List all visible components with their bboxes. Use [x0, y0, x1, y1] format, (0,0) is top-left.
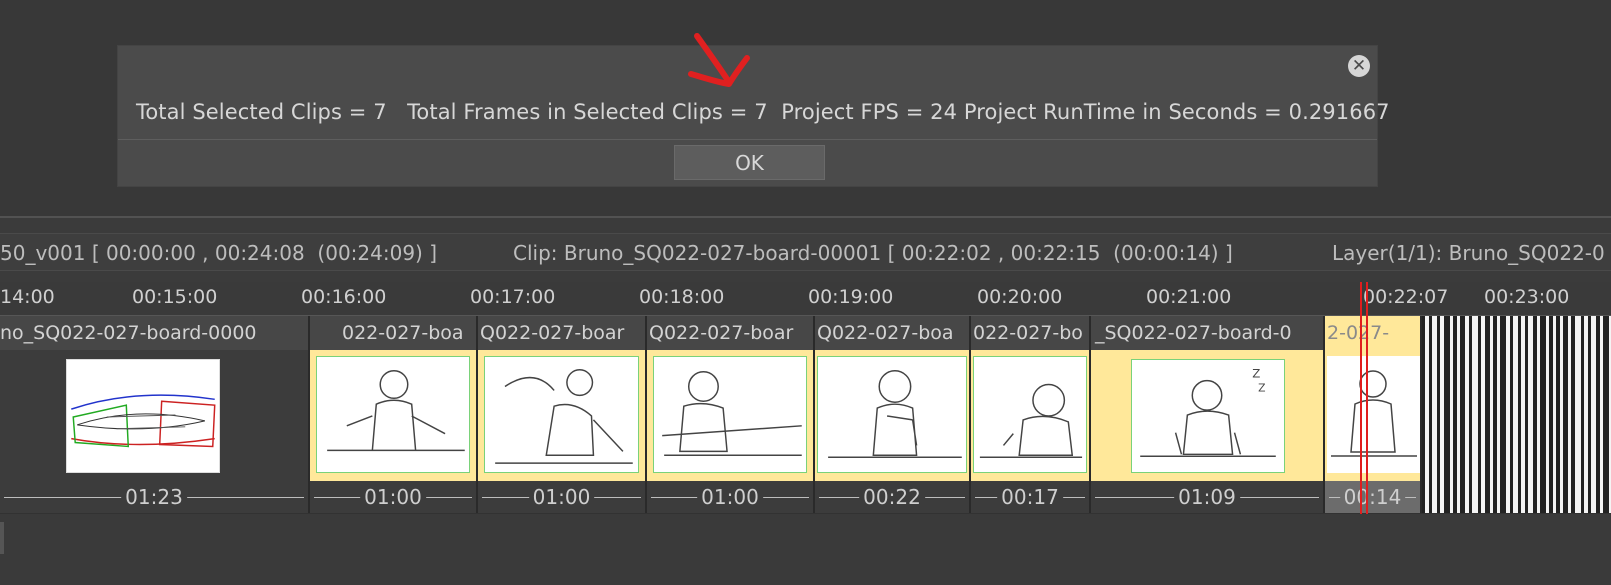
- clip-duration: 00:22: [859, 483, 925, 511]
- ruler-label: 00:23:00: [1484, 286, 1570, 308]
- timeline-clip[interactable]: Q022-027-boar 01:00: [478, 316, 647, 513]
- timeline-clip[interactable]: Q022-027-boar 01:00: [647, 316, 815, 513]
- clip-thumbnail: [973, 356, 1087, 473]
- timeline-clip[interactable]: no_SQ022-027-board-0000 01:23: [0, 316, 310, 513]
- svg-text:Z: Z: [1258, 381, 1265, 394]
- clip-thumbnail: Z Z: [1131, 359, 1285, 473]
- clip-duration: 01:09: [1174, 483, 1240, 511]
- panel-divider[interactable]: [0, 216, 1611, 218]
- clip-thumbnail: [1327, 356, 1420, 473]
- ruler-label: 00:16:00: [301, 286, 387, 308]
- clip-duration: 01:23: [121, 483, 187, 511]
- timeline-clip[interactable]: 022-027-boa 01:00: [310, 316, 478, 513]
- clip-duration: 01:00: [697, 483, 763, 511]
- timeline-clip[interactable]: _SQ022-027-board-0 Z Z 01:09: [1091, 316, 1325, 513]
- clip-name: Q022-027-boar: [480, 322, 625, 344]
- clip-duration: 00:14: [1339, 483, 1406, 511]
- video-track: no_SQ022-027-board-0000 01:23 022-027-bo…: [0, 316, 1611, 514]
- clip-thumbnail: [653, 356, 807, 473]
- svg-text:Z: Z: [1252, 367, 1260, 381]
- clip-duration: 01:00: [360, 483, 426, 511]
- clip-name: Q022-027-boa: [817, 322, 954, 344]
- clip-name: 022-027-bo: [973, 322, 1083, 344]
- ruler-label: 00:18:00: [639, 286, 725, 308]
- clip-duration: 00:17: [997, 483, 1063, 511]
- clip-thumbnail: [484, 356, 639, 473]
- bottom-panel: [0, 514, 1611, 585]
- timeline-ruler[interactable]: 14:00 00:15:00 00:16:00 00:17:00 00:18:0…: [0, 282, 1611, 316]
- close-icon[interactable]: ✕: [1348, 55, 1370, 77]
- layer-info: Layer(1/1): Bruno_SQ022-0: [1332, 241, 1605, 265]
- ruler-label: 14:00: [0, 286, 55, 308]
- dialog-message: Total Selected Clips = 7 Total Frames in…: [136, 100, 1390, 124]
- ruler-label: 00:21:00: [1146, 286, 1232, 308]
- ruler-label: 00:19:00: [808, 286, 894, 308]
- bottom-panel-handle[interactable]: [0, 522, 4, 554]
- dialog-separator: [118, 139, 1377, 140]
- clip-thumbnail: [66, 359, 220, 473]
- clip-info-bar: 50_v001 [ 00:00:00 , 00:24:08 (00:24:09)…: [0, 233, 1611, 271]
- clip-thumbnail: [817, 356, 967, 473]
- ruler-label: 00:22:07: [1363, 286, 1449, 308]
- clip-duration: 01:00: [528, 483, 595, 511]
- ruler-label: 00:20:00: [977, 286, 1063, 308]
- ruler-label: 00:17:00: [470, 286, 556, 308]
- timeline-clip-current[interactable]: 2-027- 00:14: [1325, 316, 1422, 513]
- clip-name: _SQ022-027-board-0: [1095, 322, 1292, 344]
- clip-info: Clip: Bruno_SQ022-027-board-00001 [ 00:2…: [513, 241, 1233, 265]
- clip-thumbnail: [316, 356, 470, 473]
- dense-clips-region[interactable]: [1422, 316, 1611, 513]
- clip-name: Q022-027-boar: [649, 322, 794, 344]
- hand-drawn-arrow-icon: [688, 33, 750, 87]
- clip-name: 022-027-boa: [342, 322, 464, 344]
- timeline-clip[interactable]: Q022-027-boa 00:22: [815, 316, 971, 513]
- sequence-info: 50_v001 [ 00:00:00 , 00:24:08 (00:24:09)…: [0, 241, 438, 265]
- ok-button[interactable]: OK: [674, 145, 825, 180]
- clip-name: no_SQ022-027-board-0000: [0, 322, 257, 344]
- timeline-clip[interactable]: 022-027-bo 00:17: [971, 316, 1091, 513]
- ruler-label: 00:15:00: [132, 286, 218, 308]
- clip-name: 2-027-: [1327, 322, 1390, 344]
